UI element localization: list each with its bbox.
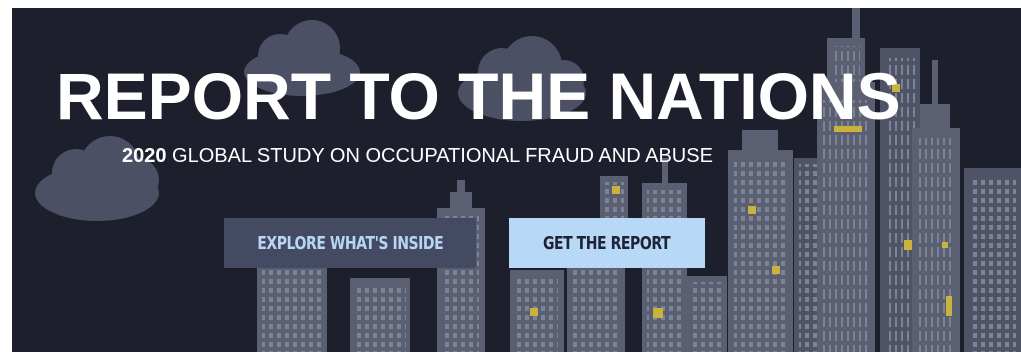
report-button-label: GET THE REPORT: [543, 232, 671, 254]
explore-whats-inside-button[interactable]: EXPLORE WHAT'S INSIDE: [224, 218, 476, 268]
subtitle-text: GLOBAL STUDY ON OCCUPATIONAL FRAUD AND A…: [166, 145, 713, 167]
hero-banner: REPORT TO THE NATIONS 2020 GLOBAL STUDY …: [12, 8, 1021, 352]
get-the-report-button[interactable]: GET THE REPORT: [509, 218, 705, 268]
page-subtitle: 2020 GLOBAL STUDY ON OCCUPATIONAL FRAUD …: [122, 144, 713, 168]
page-title: REPORT TO THE NATIONS: [56, 59, 901, 133]
explore-button-label: EXPLORE WHAT'S INSIDE: [256, 232, 443, 254]
subtitle-year: 2020: [122, 145, 167, 167]
